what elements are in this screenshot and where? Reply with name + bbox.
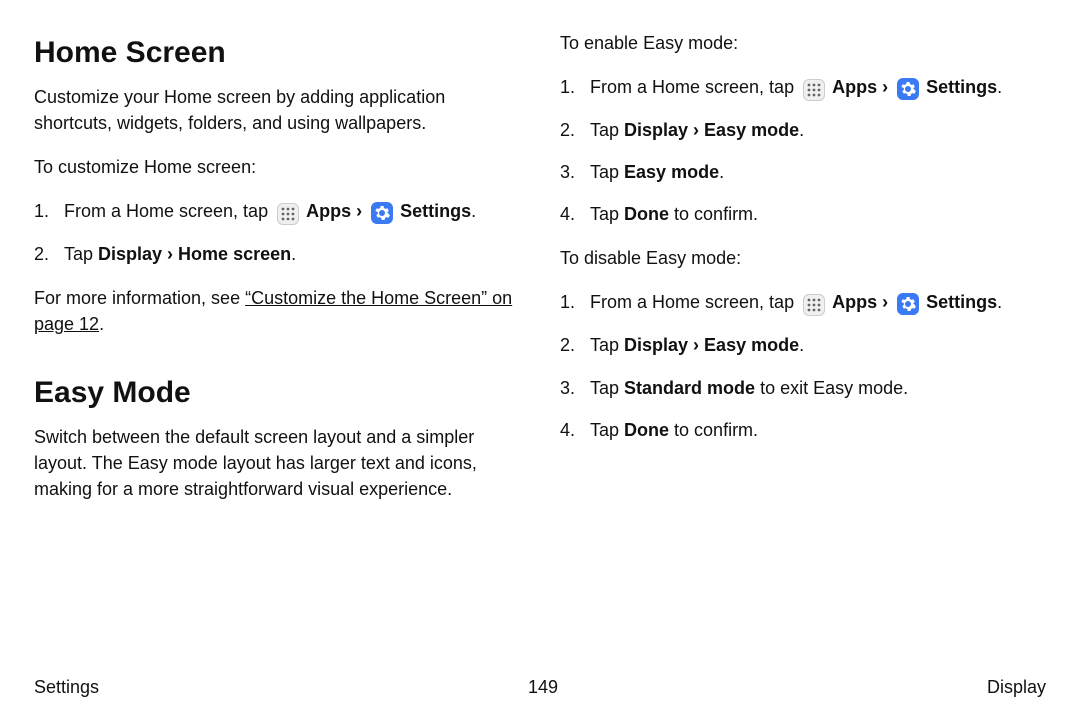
footer-right: Display (987, 677, 1046, 698)
disable-step-3: Tap Standard mode to exit Easy mode. (560, 375, 1046, 401)
settings-icon (897, 293, 919, 315)
easy-mode-desc: Switch between the default screen layout… (34, 424, 520, 502)
enable-step-3: Tap Easy mode. (560, 159, 1046, 185)
apps-icon (803, 294, 825, 316)
disable-intro: To disable Easy mode: (560, 245, 1046, 271)
footer-left: Settings (34, 677, 99, 698)
footer-page-number: 149 (528, 677, 558, 698)
home-screen-desc: Customize your Home screen by adding app… (34, 84, 520, 136)
disable-step-1: From a Home screen, tap Apps › Settings. (560, 289, 1046, 316)
enable-step-4: Tap Done to confirm. (560, 201, 1046, 227)
step-1: From a Home screen, tap Apps › Settings. (34, 198, 520, 225)
enable-intro: To enable Easy mode: (560, 30, 1046, 56)
enable-step-1: From a Home screen, tap Apps › Settings. (560, 74, 1046, 101)
more-info: For more information, see “Customize the… (34, 285, 520, 337)
enable-step-2: Tap Display › Easy mode. (560, 117, 1046, 143)
step-2: Tap Display › Home screen. (34, 241, 520, 267)
apps-icon (803, 79, 825, 101)
disable-step-4: Tap Done to confirm. (560, 417, 1046, 443)
settings-icon (371, 202, 393, 224)
customize-intro: To customize Home screen: (34, 154, 520, 180)
heading-home-screen: Home Screen (34, 36, 520, 70)
heading-easy-mode: Easy Mode (34, 376, 520, 410)
apps-icon (277, 203, 299, 225)
disable-step-2: Tap Display › Easy mode. (560, 332, 1046, 358)
settings-icon (897, 78, 919, 100)
